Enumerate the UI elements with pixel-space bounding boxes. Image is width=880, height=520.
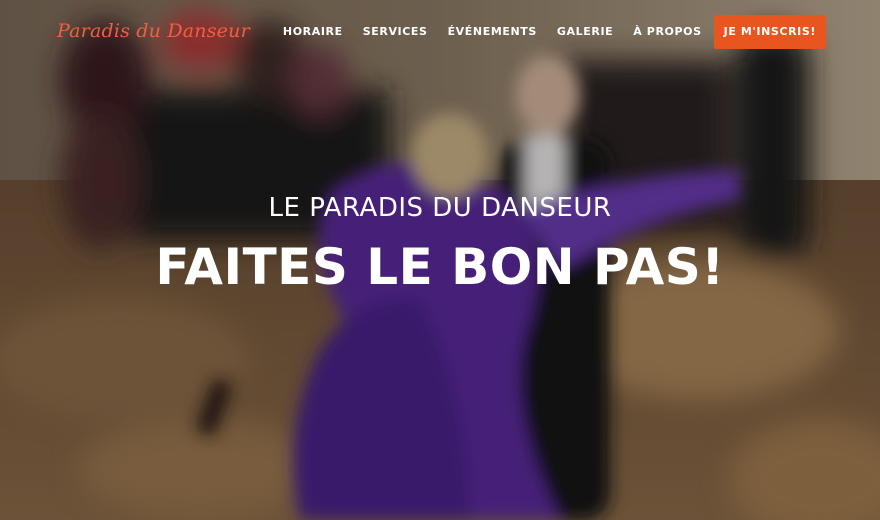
hero-title: FAITES LE BON PAS! <box>155 238 725 296</box>
hero-subtitle: LE PARADIS DU DANSEUR <box>268 193 612 223</box>
brand-logo-link[interactable]: Paradis du Danseur <box>57 20 250 42</box>
hero-section: Paradis du Danseur HORAIRE SERVICES ÉVÉN… <box>0 0 880 520</box>
signup-button[interactable]: JE M'INSCRIS! <box>713 15 826 49</box>
nav-item-horaire[interactable]: HORAIRE <box>273 15 353 49</box>
nav-item-a-propos[interactable]: À PROPOS <box>623 15 711 49</box>
nav-item-evenements[interactable]: ÉVÉNEMENTS <box>438 15 547 49</box>
nav-item-galerie[interactable]: GALERIE <box>547 15 623 49</box>
top-navbar: Paradis du Danseur HORAIRE SERVICES ÉVÉN… <box>0 0 880 64</box>
nav-menu: HORAIRE SERVICES ÉVÉNEMENTS GALERIE À PR… <box>273 15 826 49</box>
nav-item-services[interactable]: SERVICES <box>353 15 438 49</box>
